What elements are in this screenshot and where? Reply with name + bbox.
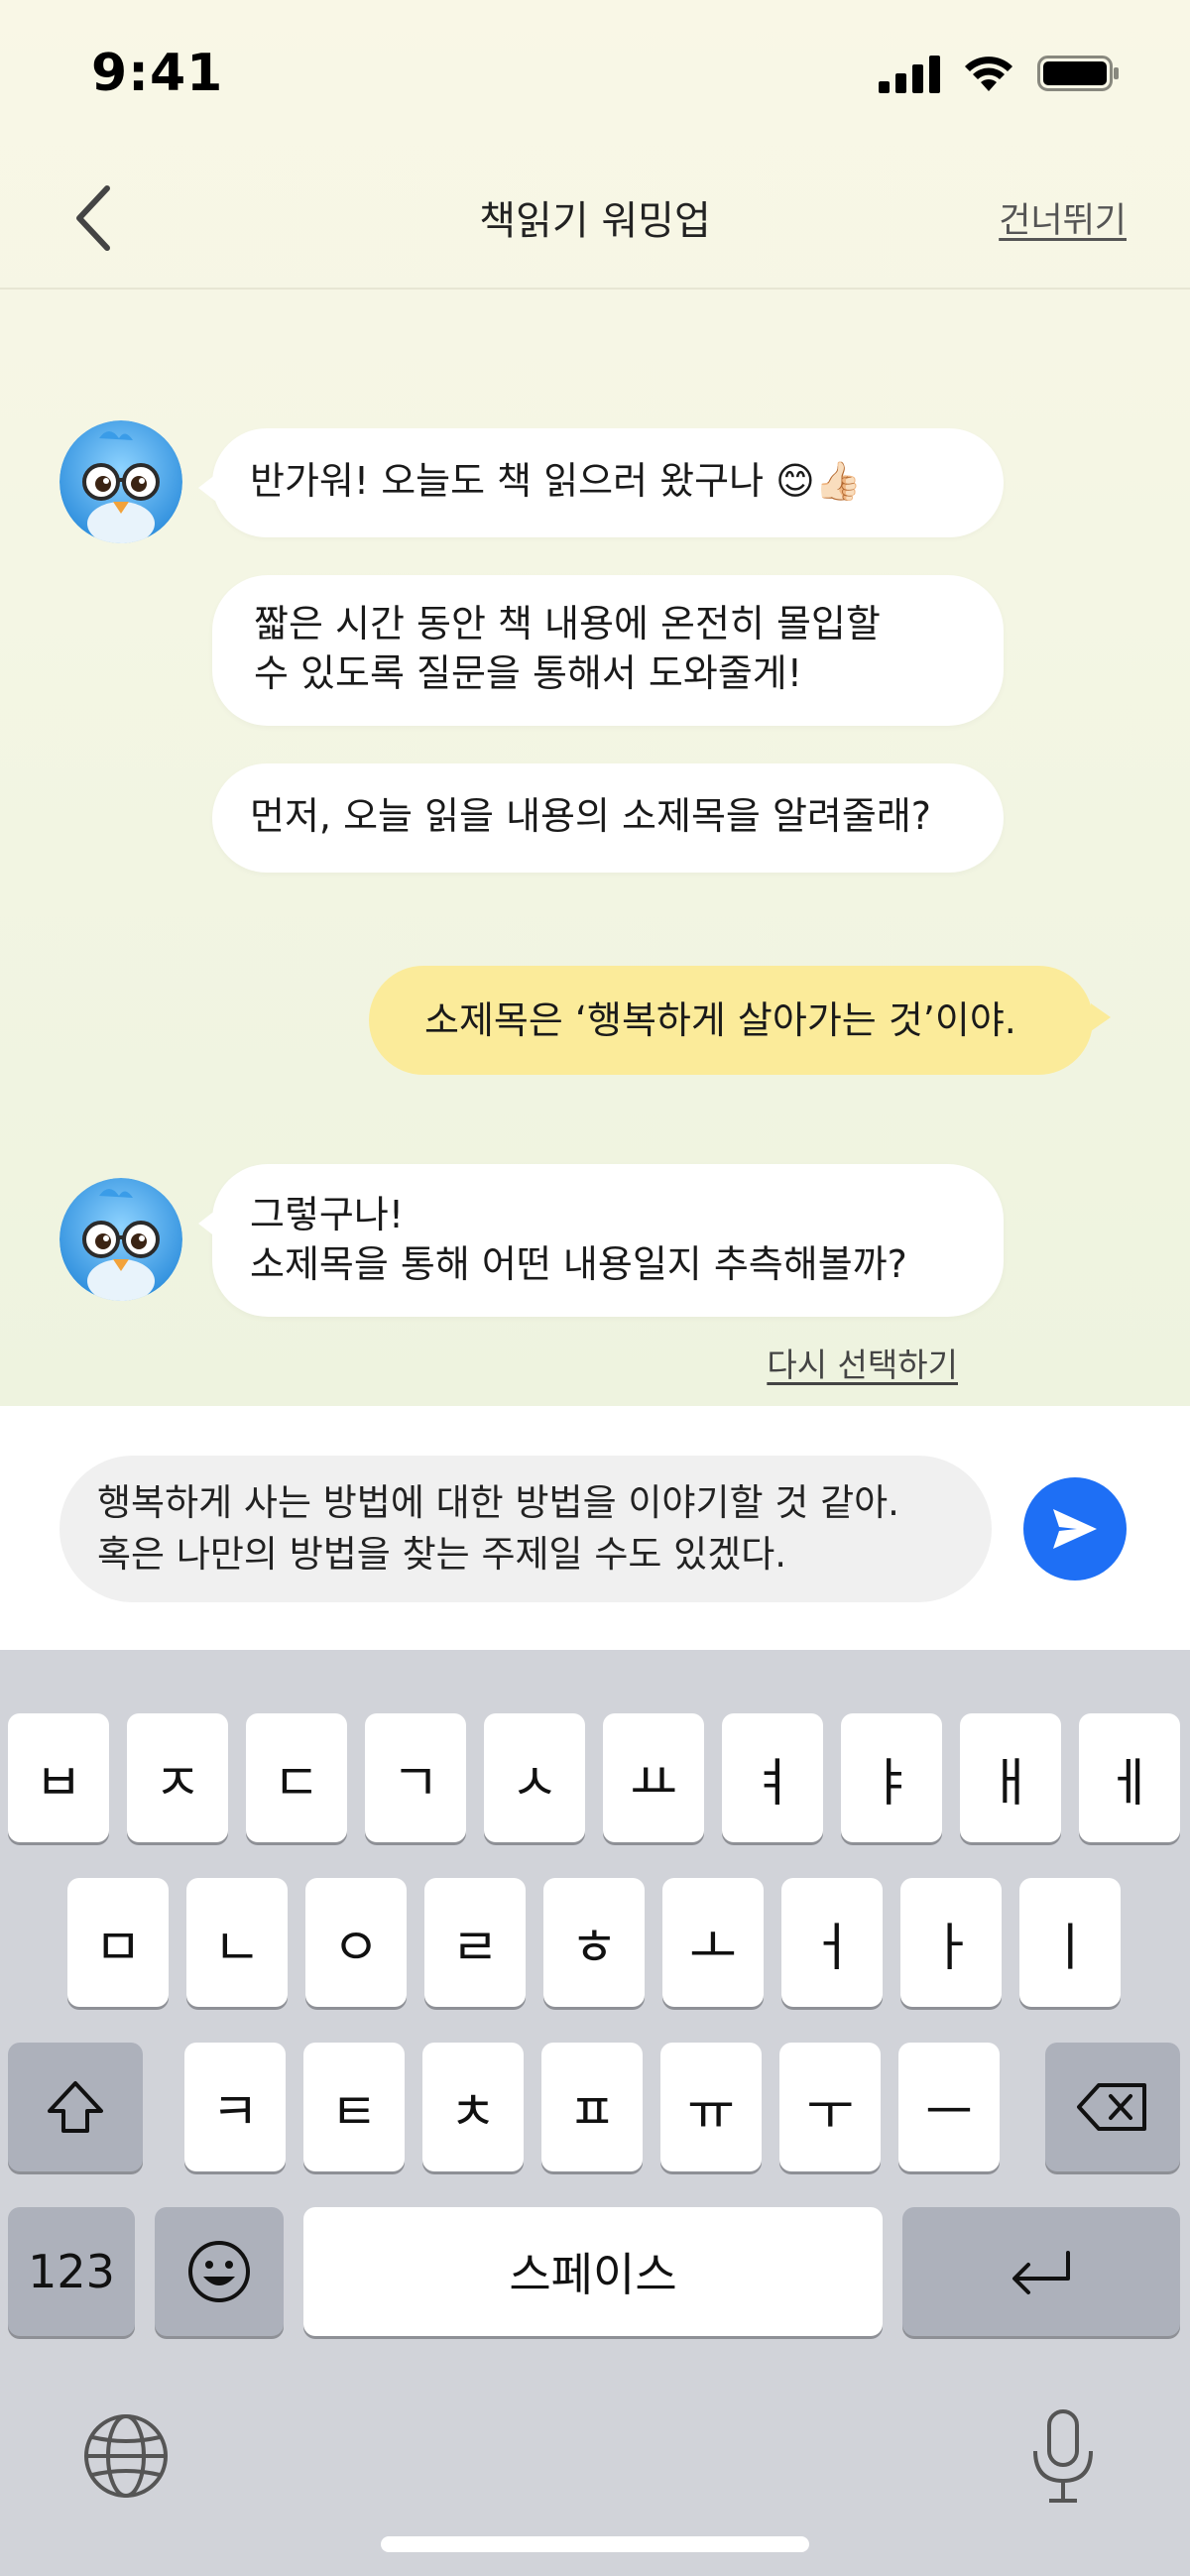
key[interactable]: ㅕ bbox=[722, 1713, 823, 1842]
input-text-line: 행복하게 사는 방법에 대한 방법을 이야기할 것 같아. bbox=[97, 1481, 899, 1524]
key[interactable]: ㅜ bbox=[779, 2043, 881, 2171]
message-text: 소제목은 ‘행복하게 살아가는 것’이야. bbox=[424, 998, 1016, 1042]
globe-button[interactable] bbox=[79, 2409, 173, 2503]
return-icon bbox=[1012, 2251, 1070, 2294]
key[interactable]: ㅣ bbox=[1019, 1878, 1121, 2007]
key[interactable]: ㅊ bbox=[422, 2043, 524, 2171]
key[interactable]: ㅔ bbox=[1079, 1713, 1180, 1842]
bot-message: 짧은 시간 동안 책 내용에 온전히 몰입할 수 있도록 질문을 통해서 도와줄… bbox=[212, 575, 1004, 726]
key[interactable]: ㅋ bbox=[184, 2043, 286, 2171]
bot-message: 그렇구나! 소제목을 통해 어떤 내용일지 추측해볼까? bbox=[198, 1164, 1004, 1317]
battery-icon bbox=[1037, 56, 1119, 91]
bot-avatar bbox=[60, 420, 182, 543]
delete-key[interactable] bbox=[1045, 2043, 1180, 2171]
message-text: 소제목을 통해 어떤 내용일지 추측해볼까? bbox=[250, 1242, 907, 1286]
key[interactable]: ㅌ bbox=[303, 2043, 405, 2171]
key[interactable]: ㅂ bbox=[8, 1713, 109, 1842]
key[interactable]: ㅡ bbox=[898, 2043, 1000, 2171]
bird-avatar-icon bbox=[60, 420, 182, 543]
microphone-icon bbox=[1033, 2409, 1093, 2503]
wifi-icon bbox=[965, 57, 1012, 91]
key[interactable]: ㄹ bbox=[424, 1878, 526, 2007]
key[interactable]: ㅁ bbox=[67, 1878, 169, 2007]
status-bar: 9:41 bbox=[0, 0, 1190, 149]
microphone-button[interactable] bbox=[1025, 2407, 1101, 2507]
input-text-line: 혹은 나만의 방법을 찾는 주제일 수도 있겠다. bbox=[97, 1533, 787, 1576]
message-composer: 행복하게 사는 방법에 대한 방법을 이야기할 것 같아. 혹은 나만의 방법을… bbox=[0, 1406, 1190, 1650]
key[interactable]: ㅑ bbox=[841, 1713, 942, 1842]
signal-icon bbox=[879, 56, 940, 93]
key[interactable]: ㄴ bbox=[186, 1878, 288, 2007]
numbers-key[interactable]: 123 bbox=[8, 2207, 135, 2336]
key[interactable]: ㅛ bbox=[603, 1713, 704, 1842]
emoji-icon bbox=[188, 2241, 250, 2302]
bot-avatar bbox=[60, 1178, 182, 1301]
key[interactable]: ㅅ bbox=[484, 1713, 585, 1842]
delete-icon bbox=[1077, 2083, 1146, 2131]
bird-avatar-icon bbox=[60, 1178, 182, 1301]
send-button[interactable] bbox=[1023, 1477, 1127, 1581]
bot-message: 먼저, 오늘 읽을 내용의 소제목을 알려줄래? bbox=[212, 763, 1004, 873]
key[interactable]: ㅏ bbox=[900, 1878, 1002, 2007]
status-time: 9:41 bbox=[91, 44, 224, 103]
nav-bar: 책읽기 워밍업 건너뛰기 bbox=[0, 149, 1190, 290]
bot-message: 반가워! 오늘도 책 읽으러 왔구나 😊👍🏻 bbox=[198, 428, 1004, 537]
key[interactable]: ㅇ bbox=[305, 1878, 407, 2007]
key[interactable]: ㄱ bbox=[365, 1713, 466, 1842]
key[interactable]: ㅐ bbox=[960, 1713, 1061, 1842]
user-message: 소제목은 ‘행복하게 살아가는 것’이야. bbox=[369, 966, 1111, 1075]
return-key[interactable] bbox=[902, 2207, 1180, 2336]
send-icon bbox=[1053, 1509, 1097, 1549]
key[interactable]: ㅍ bbox=[541, 2043, 643, 2171]
emoji-key[interactable] bbox=[155, 2207, 284, 2336]
message-text: 그렇구나! bbox=[250, 1193, 405, 1236]
globe-icon bbox=[84, 2414, 168, 2498]
skip-button[interactable]: 건너뛰기 bbox=[999, 192, 1127, 243]
shift-icon bbox=[48, 2081, 103, 2133]
home-indicator bbox=[381, 2536, 809, 2552]
message-input[interactable]: 행복하게 사는 방법에 대한 방법을 이야기할 것 같아. 혹은 나만의 방법을… bbox=[60, 1456, 992, 1602]
key[interactable]: ㅎ bbox=[543, 1878, 645, 2007]
key[interactable]: ㅠ bbox=[660, 2043, 762, 2171]
message-text: 짧은 시간 동안 책 내용에 온전히 몰입할 bbox=[254, 602, 881, 645]
message-text: 반가워! 오늘도 책 읽으러 왔구나 😊👍🏻 bbox=[250, 459, 863, 503]
key[interactable]: ㅈ bbox=[127, 1713, 228, 1842]
message-text: 먼저, 오늘 읽을 내용의 소제목을 알려줄래? bbox=[250, 794, 931, 838]
shift-key[interactable] bbox=[8, 2043, 143, 2171]
status-icons bbox=[879, 54, 1121, 93]
reselect-link[interactable]: 다시 선택하기 bbox=[767, 1339, 958, 1386]
message-text: 수 있도록 질문을 통해서 도와줄게! bbox=[254, 651, 802, 695]
space-key[interactable]: 스페이스 bbox=[303, 2207, 883, 2336]
key[interactable]: ㅗ bbox=[662, 1878, 764, 2007]
key[interactable]: ㅓ bbox=[781, 1878, 883, 2007]
key[interactable]: ㄷ bbox=[246, 1713, 347, 1842]
